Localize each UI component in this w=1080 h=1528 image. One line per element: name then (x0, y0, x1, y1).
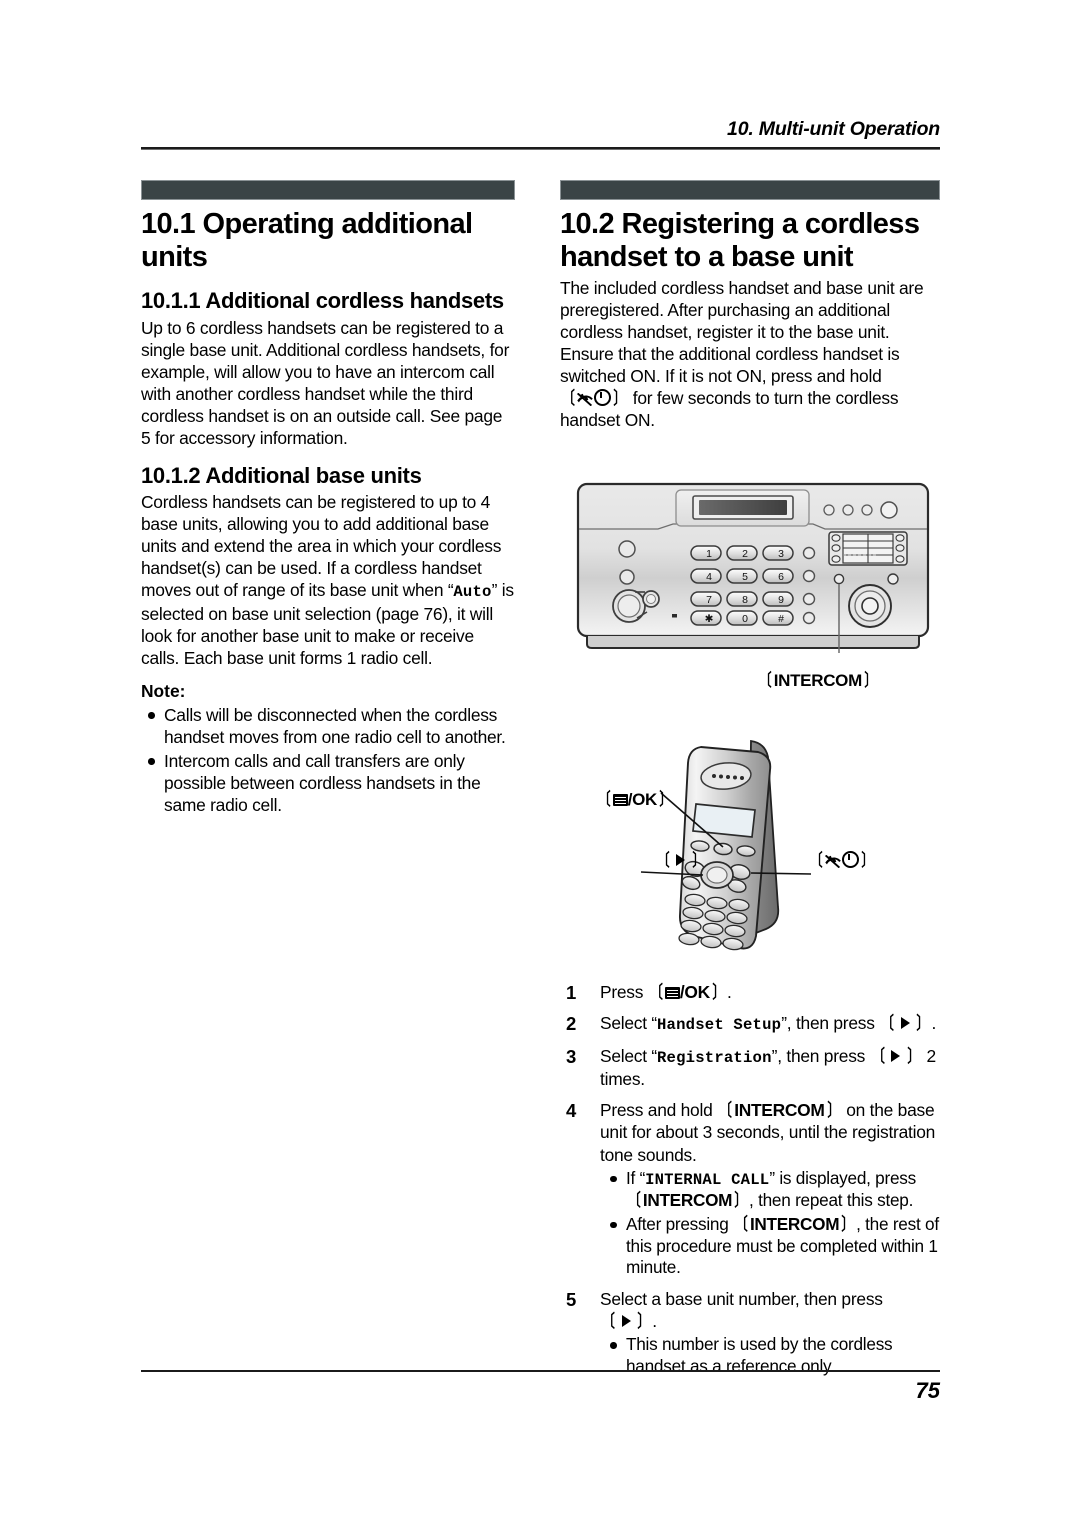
step-number: 1 (566, 982, 577, 1003)
svg-text:2: 2 (742, 548, 748, 560)
note-item: Intercom calls and call transfers are on… (141, 750, 515, 816)
subsection-body-10-1-2: Cordless handsets can be registered to u… (141, 491, 515, 669)
subsection-body-10-1-1: Up to 6 cordless handsets can be registe… (141, 317, 510, 448)
mono-value: INTERNAL CALL (645, 1170, 770, 1189)
section-intro-10-2: The included cordless handset and base u… (560, 277, 934, 431)
key-right-arrow: 〔 〕 (872, 1045, 920, 1066)
step-bullets: If “INTERNAL CALL” is displayed, press 〔… (600, 1168, 942, 1280)
svg-text:9: 9 (778, 594, 784, 606)
step-item: 1 Press 〔/OK 〕. (566, 982, 732, 1003)
power-icon (594, 389, 612, 407)
handset-display (692, 803, 756, 838)
menu-icon (612, 794, 628, 806)
base-unit-drawing: 1 2 3 4 5 6 7 8 9 ✱ 0 # (576, 482, 930, 653)
key-power-inline: 〔〕 (562, 388, 626, 409)
step-number: 3 (566, 1045, 577, 1067)
mono-value: Handset Setup (656, 1016, 782, 1035)
svg-text:✱: ✱ (705, 613, 714, 625)
svg-text:3: 3 (778, 548, 784, 560)
svg-text:8: 8 (742, 594, 748, 606)
step-bullet: If “INTERNAL CALL” is displayed, press 〔… (600, 1168, 942, 1212)
footer-rule (141, 1370, 940, 1372)
power-icon (841, 851, 859, 868)
label-power: 〔〕 (810, 851, 874, 870)
power-leader (750, 872, 812, 875)
label-right-arrow: 〔 〕 (657, 851, 704, 870)
menu-icon (664, 987, 680, 999)
step-number: 2 (566, 1013, 577, 1035)
intercom-caption-label: INTERCOM (773, 671, 863, 690)
right-column: 10.2 Registering a cordless handset to a… (560, 180, 940, 431)
step-item: 3 Select “Registration”, then press 〔 〕 2… (566, 1045, 936, 1090)
step-number: 4 (566, 1100, 577, 1122)
key-intercom: 〔 INTERCOM 〕 (719, 1100, 840, 1121)
base-unit-illustration: 1 2 3 4 5 6 7 8 9 ✱ 0 # (573, 478, 943, 653)
right-arrow-icon (891, 1049, 901, 1062)
procedure-steps: 1 Press 〔/OK 〕. 2 Select “Handset Setup”, th… (560, 972, 942, 1378)
key-right-arrow: 〔 〕 (602, 1311, 650, 1332)
header-rule (141, 147, 940, 150)
right-arrow-icon (676, 854, 686, 866)
section-bar-right (560, 180, 940, 200)
body-text-part1: Cordless handsets can be registered to u… (141, 492, 502, 601)
section-bar-left (141, 180, 515, 200)
mono-value: Registration (656, 1048, 772, 1067)
right-arrow-icon (621, 1315, 631, 1328)
running-head: 10. Multi-unit Operation (727, 118, 940, 140)
handset-keypad (678, 893, 750, 951)
step-number: 5 (566, 1289, 577, 1311)
step-bullet: After pressing 〔 INTERCOM 〕, the rest of t… (600, 1214, 942, 1279)
offhook-phone-icon (824, 854, 841, 869)
svg-text:4: 4 (706, 571, 712, 583)
handset-drawing (640, 739, 812, 951)
svg-text:#: # (778, 613, 784, 625)
svg-text:7: 7 (706, 594, 712, 606)
svg-text:5: 5 (742, 571, 748, 583)
left-column: 10.1 Operating additional units 10.1.1 A… (141, 180, 515, 816)
menu-ok-text: /OK (627, 790, 658, 809)
subsection-title-10-1-1: 10.1.1 Additional cordless handsets (141, 288, 504, 314)
section-title-10-1: 10.1 Operating additional units (141, 208, 473, 274)
key-intercom: 〔 INTERCOM 〕 (735, 1213, 854, 1234)
offhook-phone-icon (577, 392, 593, 407)
mono-value-auto: Auto (453, 583, 492, 602)
intercom-key (833, 573, 845, 585)
manual-page: 10. Multi-unit Operation 10.1 Operating … (0, 0, 1080, 1528)
svg-text:1: 1 (706, 548, 712, 560)
right-arrow-icon (900, 1017, 910, 1030)
note-list: Calls will be disconnected when the cord… (141, 704, 515, 816)
section-title-10-2: 10.2 Registering a cordless handset to a… (560, 208, 920, 274)
label-menu-ok: 〔/OK 〕 (598, 790, 672, 809)
key-intercom: 〔 INTERCOM 〕 (628, 1190, 747, 1211)
intercom-caption: 〔 INTERCOM 〕 (759, 671, 877, 690)
step-item: 4 Press and hold 〔 INTERCOM 〕 on the base u… (560, 1099, 942, 1279)
intro-text-part1: The included cordless handset and base u… (560, 278, 924, 387)
cordless-handset-illustration (583, 733, 903, 955)
svg-text:6: 6 (778, 571, 784, 583)
svg-text:0: 0 (742, 613, 748, 625)
note-label: Note: (141, 681, 186, 702)
key-right-arrow: 〔 〕 (881, 1013, 930, 1034)
note-item: Calls will be disconnected when the cord… (141, 704, 515, 748)
step-item: 2 Select “Handset Setup”, then press 〔 〕. (566, 1013, 937, 1035)
subsection-title-10-1-2: 10.1.2 Additional base units (141, 462, 422, 488)
key-menu-ok: 〔/OK 〕 (650, 982, 725, 1002)
step-item: 5 Select a base unit number, then press 〔… (560, 1288, 942, 1378)
page-number: 75 (915, 1378, 940, 1403)
